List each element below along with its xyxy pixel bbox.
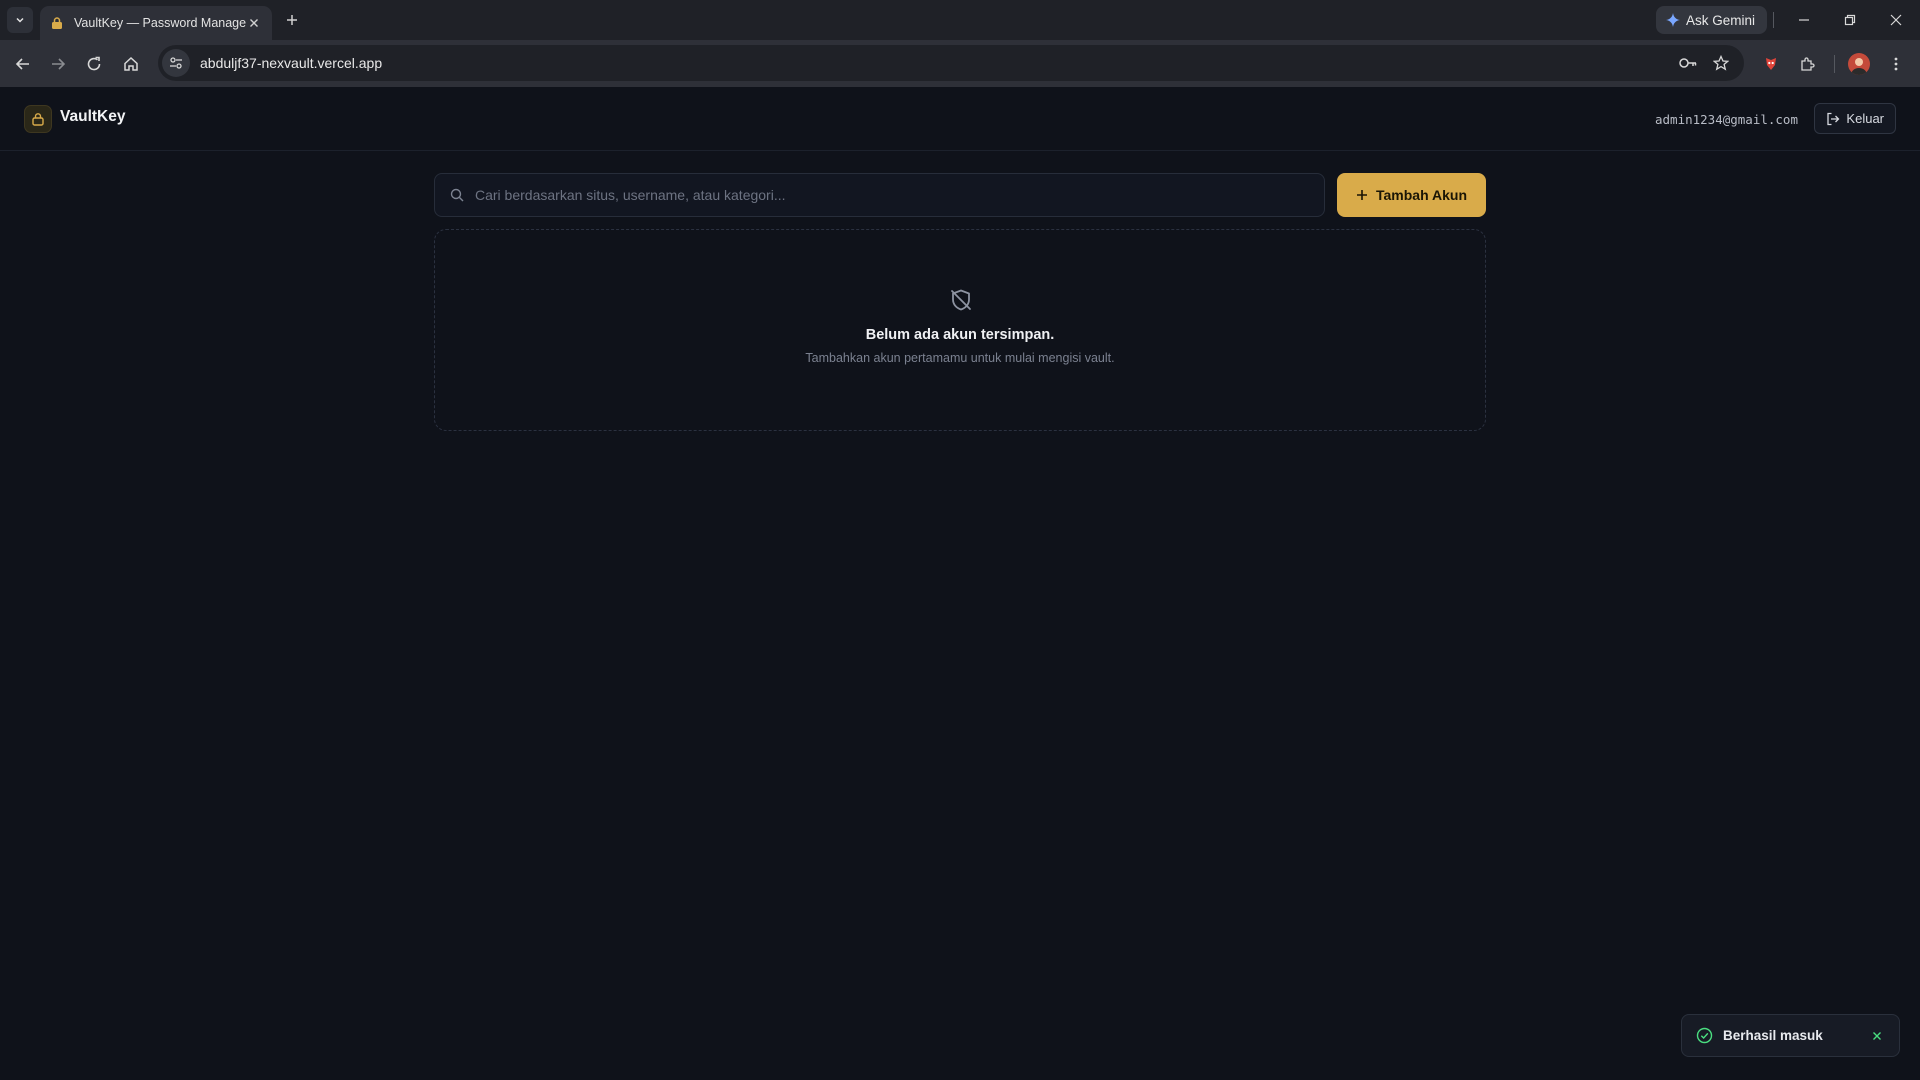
extension-button[interactable] bbox=[1760, 53, 1782, 75]
add-account-label: Tambah Akun bbox=[1375, 187, 1467, 203]
ask-gemini-button[interactable]: Ask Gemini bbox=[1656, 6, 1768, 34]
gemini-sparkle-icon bbox=[1666, 13, 1680, 27]
minimize-icon bbox=[1799, 19, 1809, 21]
back-button[interactable] bbox=[11, 52, 35, 76]
address-bar[interactable]: abduljf37-nexvault.vercel.app bbox=[158, 45, 1744, 81]
minimize-window-button[interactable] bbox=[1794, 10, 1814, 30]
close-toast-icon[interactable] bbox=[1869, 1028, 1885, 1044]
new-tab-button[interactable] bbox=[282, 10, 302, 30]
app-viewport: VaultKey admin1234@gmail.com Keluar Tamb… bbox=[0, 87, 1920, 1080]
close-icon bbox=[1890, 14, 1902, 26]
brand-name: VaultKey bbox=[60, 108, 126, 125]
logo bbox=[24, 105, 52, 133]
password-key-button[interactable] bbox=[1678, 53, 1698, 73]
arrow-left-icon bbox=[15, 58, 29, 70]
close-window-button[interactable] bbox=[1886, 10, 1906, 30]
browser-tab-active[interactable]: VaultKey — Password Manager bbox=[40, 6, 272, 40]
restore-icon bbox=[1844, 14, 1856, 26]
empty-state: Belum ada akun tersimpan. Tambahkan akun… bbox=[434, 229, 1486, 431]
shield-off-icon bbox=[951, 289, 971, 311]
home-button[interactable] bbox=[119, 52, 143, 76]
tabbar-separator bbox=[1773, 12, 1774, 28]
empty-state-title: Belum ada akun tersimpan. bbox=[865, 327, 1055, 343]
extension-badge-icon bbox=[1766, 58, 1776, 70]
puzzle-icon bbox=[1801, 57, 1815, 71]
toolbar-separator bbox=[1834, 55, 1835, 73]
chevron-down-icon bbox=[16, 17, 24, 23]
browser-toolbar: abduljf37-nexvault.vercel.app bbox=[0, 40, 1920, 87]
reload-button[interactable] bbox=[82, 52, 106, 76]
restore-window-button[interactable] bbox=[1840, 10, 1860, 30]
empty-state-subtitle: Tambahkan akun pertamamu untuk mulai men… bbox=[805, 351, 1115, 365]
logout-button[interactable]: Keluar bbox=[1814, 103, 1896, 134]
extensions-menu-button[interactable] bbox=[1796, 53, 1818, 75]
tab-title: VaultKey — Password Manager bbox=[74, 16, 246, 30]
profile-icon bbox=[1851, 58, 1867, 75]
site-info-button[interactable] bbox=[162, 49, 190, 77]
lock-favicon-icon bbox=[52, 17, 62, 29]
arrow-right-icon bbox=[52, 58, 66, 70]
bookmark-button[interactable] bbox=[1711, 53, 1731, 73]
tune-icon bbox=[170, 57, 182, 69]
forward-button[interactable] bbox=[46, 52, 70, 76]
url-text[interactable]: abduljf37-nexvault.vercel.app bbox=[200, 55, 382, 71]
key-icon bbox=[1679, 58, 1697, 68]
profile-avatar[interactable] bbox=[1848, 53, 1870, 75]
browser-tab-bar: VaultKey — Password Manager Ask Gemini bbox=[0, 0, 1920, 40]
toast-message: Berhasil masuk bbox=[1723, 1028, 1823, 1043]
search-input[interactable] bbox=[475, 174, 1324, 216]
star-icon bbox=[1713, 55, 1729, 71]
success-toast: Berhasil masuk bbox=[1681, 1014, 1900, 1057]
reload-icon bbox=[87, 56, 101, 71]
user-email: admin1234@gmail.com bbox=[1655, 112, 1798, 127]
plus-icon bbox=[287, 15, 297, 25]
tab-search-button[interactable] bbox=[7, 7, 33, 33]
search-box bbox=[434, 173, 1325, 217]
add-account-button[interactable]: Tambah Akun bbox=[1337, 173, 1486, 217]
logout-icon bbox=[1827, 112, 1840, 125]
logout-label: Keluar bbox=[1846, 111, 1884, 126]
browser-menu-button[interactable] bbox=[1885, 53, 1907, 75]
search-icon bbox=[449, 187, 465, 203]
lock-icon bbox=[32, 113, 44, 126]
app-header: VaultKey admin1234@gmail.com Keluar bbox=[0, 87, 1920, 151]
close-tab-icon[interactable] bbox=[246, 15, 262, 31]
check-circle-icon bbox=[1696, 1027, 1713, 1044]
home-icon bbox=[124, 56, 138, 71]
plus-icon bbox=[1356, 190, 1367, 200]
ask-gemini-label: Ask Gemini bbox=[1686, 12, 1756, 28]
more-vertical-icon bbox=[1894, 57, 1898, 71]
